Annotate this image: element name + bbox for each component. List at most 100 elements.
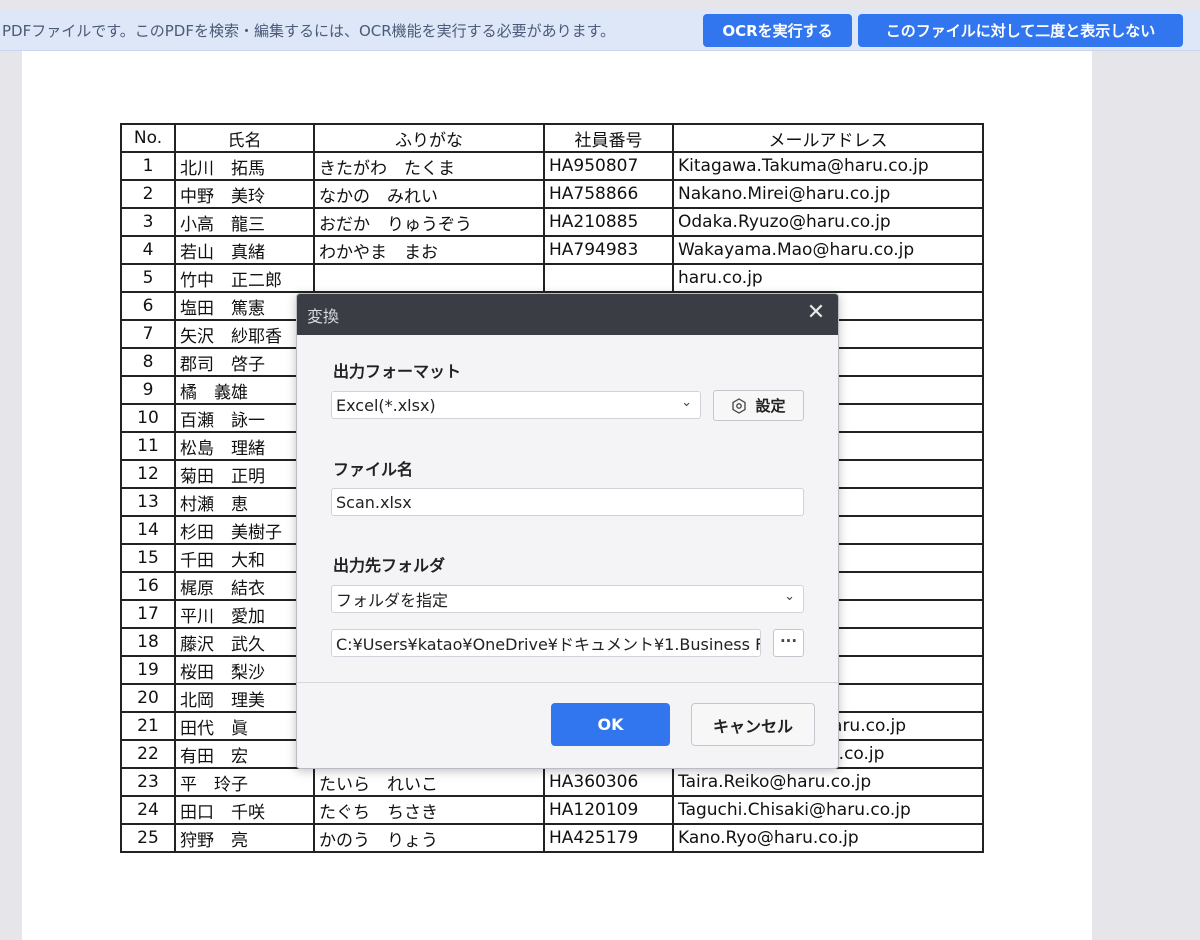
output-format-select[interactable]: Excel(*.xlsx) ⌄ xyxy=(331,391,701,419)
cell-name: 若山 真緒 xyxy=(174,235,315,265)
dialog-title: 変換 xyxy=(307,306,340,326)
settings-label: 設定 xyxy=(755,397,786,415)
table-row: 5 竹中 正二郎 haru.co.jp xyxy=(120,263,984,293)
cell-name: 桜田 梨沙 xyxy=(174,655,315,685)
cell-furigana: かのう りょう xyxy=(313,823,545,853)
cell-email: Odaka.Ryuzo@haru.co.jp xyxy=(672,207,984,237)
cell-employee-id: HA210885 xyxy=(543,207,674,237)
output-folder-value: フォルダを指定 xyxy=(336,591,449,610)
dialog-title-bar: 変換 ✕ xyxy=(297,294,838,335)
cell-no: 20 xyxy=(120,683,176,713)
cell-name: 田口 千咲 xyxy=(174,795,315,825)
cell-name: 梶原 結衣 xyxy=(174,571,315,601)
cell-name: 菊田 正明 xyxy=(174,459,315,489)
cell-furigana: きたがわ たくま xyxy=(313,151,545,181)
ocr-notice-bar: PDFファイルです。このPDFを検索・編集するには、OCR機能を実行する必要があ… xyxy=(0,10,1200,51)
cell-name: 矢沢 紗耶香 xyxy=(174,319,315,349)
cell-name: 杉田 美樹子 xyxy=(174,515,315,545)
cell-name: 竹中 正二郎 xyxy=(174,263,315,293)
cell-employee-id: HA794983 xyxy=(543,235,674,265)
cell-no: 19 xyxy=(120,655,176,685)
cell-no: 25 xyxy=(120,823,176,853)
cell-no: 12 xyxy=(120,459,176,489)
cell-no: 15 xyxy=(120,543,176,573)
output-format-value: Excel(*.xlsx) xyxy=(336,395,436,415)
run-ocr-button[interactable]: OCRを実行する xyxy=(703,14,852,47)
ok-button[interactable]: OK xyxy=(551,703,670,746)
cell-name: 田代 眞 xyxy=(174,711,315,741)
cell-name: 平川 愛加 xyxy=(174,599,315,629)
cell-name: 北岡 理美 xyxy=(174,683,315,713)
cell-furigana xyxy=(313,263,545,293)
cell-email: Wakayama.Mao@haru.co.jp xyxy=(672,235,984,265)
cell-email: Kitagawa.Takuma@haru.co.jp xyxy=(672,151,984,181)
cell-name: 藤沢 武久 xyxy=(174,627,315,657)
filename-value: Scan.xlsx xyxy=(336,492,412,512)
cell-furigana: なかの みれい xyxy=(313,179,545,209)
cell-employee-id: HA120109 xyxy=(543,795,674,825)
output-format-label: 出力フォーマット xyxy=(333,362,462,381)
settings-button[interactable]: 設定 xyxy=(713,390,804,421)
header-furigana: ふりがな xyxy=(313,123,545,153)
output-folder-select[interactable]: フォルダを指定 ⌄ xyxy=(331,585,804,613)
chevron-down-icon: ⌄ xyxy=(784,589,795,604)
chevron-down-icon: ⌄ xyxy=(681,395,692,410)
cell-no: 17 xyxy=(120,599,176,629)
browse-folder-button[interactable]: ··· xyxy=(773,629,804,657)
cell-no: 23 xyxy=(120,767,176,797)
output-folder-label: 出力先フォルダ xyxy=(333,556,446,575)
cell-no: 13 xyxy=(120,487,176,517)
cell-employee-id: HA950807 xyxy=(543,151,674,181)
cell-no: 2 xyxy=(120,179,176,209)
cell-name: 村瀬 恵 xyxy=(174,487,315,517)
folder-path-input[interactable]: C:¥Users¥katao¥OneDrive¥ドキュメント¥1.Busines… xyxy=(331,629,761,657)
cell-no: 11 xyxy=(120,431,176,461)
cell-no: 14 xyxy=(120,515,176,545)
cell-name: 北川 拓馬 xyxy=(174,151,315,181)
header-no: No. xyxy=(120,123,176,153)
table-row: 3 小高 龍三 おだか りゅうぞう HA210885 Odaka.Ryuzo@haru.… xyxy=(120,207,984,237)
cell-name: 郡司 啓子 xyxy=(174,347,315,377)
cell-no: 1 xyxy=(120,151,176,181)
cell-no: 22 xyxy=(120,739,176,769)
cell-no: 4 xyxy=(120,235,176,265)
table-row: 1 北川 拓馬 きたがわ たくま HA950807 Kitagawa.Takuma@ha… xyxy=(120,151,984,181)
cell-name: 有田 宏 xyxy=(174,739,315,769)
cell-furigana: おだか りゅうぞう xyxy=(313,207,545,237)
dialog-divider xyxy=(297,682,838,683)
cell-name: 平 玲子 xyxy=(174,767,315,797)
dont-show-again-button[interactable]: このファイルに対して二度と表示しない xyxy=(858,14,1183,47)
cell-employee-id: HA425179 xyxy=(543,823,674,853)
cell-no: 10 xyxy=(120,403,176,433)
table-header-row: No. 氏名 ふりがな 社員番号 メールアドレス xyxy=(120,123,984,153)
cell-name: 中野 美玲 xyxy=(174,179,315,209)
cell-name: 千田 大和 xyxy=(174,543,315,573)
filename-label: ファイル名 xyxy=(333,460,414,479)
cancel-button[interactable]: キャンセル xyxy=(691,703,815,746)
cell-no: 16 xyxy=(120,571,176,601)
cell-no: 24 xyxy=(120,795,176,825)
cell-employee-id: HA360306 xyxy=(543,767,674,797)
cell-no: 8 xyxy=(120,347,176,377)
header-name: 氏名 xyxy=(174,123,315,153)
hexagon-settings-icon xyxy=(732,397,747,414)
cell-name: 松島 理緒 xyxy=(174,431,315,461)
cell-furigana: たぐち ちさき xyxy=(313,795,545,825)
header-email: メールアドレス xyxy=(672,123,984,153)
cell-no: 5 xyxy=(120,263,176,293)
table-row: 24 田口 千咲 たぐち ちさき HA120109 Taguchi.Chisaki@ha… xyxy=(120,795,984,825)
table-row: 25 狩野 亮かのう りょう HA425179 Kano.Ryo@haru.co.jp xyxy=(120,823,984,853)
cell-furigana: わかやま まお xyxy=(313,235,545,265)
cell-name: 塩田 篤憲 xyxy=(174,291,315,321)
filename-input[interactable]: Scan.xlsx xyxy=(331,488,804,516)
folder-path-value: C:¥Users¥katao¥OneDrive¥ドキュメント¥1.Busines… xyxy=(336,635,761,654)
table-row: 23 平 玲子 たいら れいこ HA360306 Taira.Reiko@haru.co… xyxy=(120,767,984,797)
cell-name: 橘 義雄 xyxy=(174,375,315,405)
cell-email: Nakano.Mirei@haru.co.jp xyxy=(672,179,984,209)
header-employee-id: 社員番号 xyxy=(543,123,674,153)
cell-no: 9 xyxy=(120,375,176,405)
cell-no: 6 xyxy=(120,291,176,321)
cell-email: Taira.Reiko@haru.co.jp xyxy=(672,767,984,797)
close-icon[interactable]: ✕ xyxy=(806,302,826,324)
ocr-notice-message: PDFファイルです。このPDFを検索・編集するには、OCR機能を実行する必要があ… xyxy=(2,21,616,40)
